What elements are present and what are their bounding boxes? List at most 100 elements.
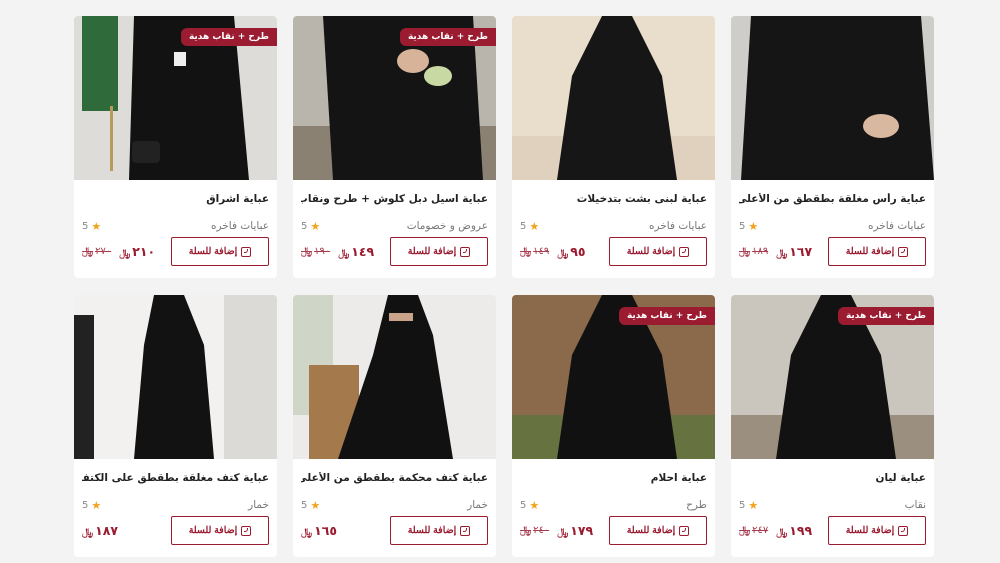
product-category[interactable]: عبايات فاخره xyxy=(868,220,926,232)
old-price: ١٨٩﷼ xyxy=(739,246,769,257)
rating-value: 5 xyxy=(739,220,746,232)
current-price: ٢١٠﷼ xyxy=(119,244,156,259)
product-image[interactable] xyxy=(512,16,715,180)
rating-value: 5 xyxy=(301,220,308,232)
price-group: ٩٥﷼ ١٤٩﷼ xyxy=(520,244,586,259)
price-group: ١٦٧﷼ ١٨٩﷼ xyxy=(739,244,812,259)
current-price: ١٧٩﷼ xyxy=(557,523,594,538)
current-price: ٩٥﷼ xyxy=(557,244,586,259)
product-category[interactable]: عبايات فاخره xyxy=(649,220,707,232)
add-to-cart-button[interactable]: إضافة للسلة xyxy=(609,516,707,545)
star-icon: ★ xyxy=(748,498,759,512)
product-category[interactable]: طرح xyxy=(686,499,707,511)
price-group: ١٤٩﷼ ١٩٠﷼ xyxy=(301,244,374,259)
rating-value: 5 xyxy=(301,499,308,511)
product-card[interactable]: عباية رأس مغلقة بطقطق من الأعلى عبايات ف… xyxy=(731,16,934,278)
add-to-cart-label: إضافة للسلة xyxy=(626,246,676,257)
rating-value: 5 xyxy=(82,220,89,232)
action-row: إضافة للسلة ٩٥﷼ ١٤٩﷼ xyxy=(520,237,707,266)
add-to-cart-button[interactable]: إضافة للسلة xyxy=(828,516,926,545)
gift-badge: طرح + نقاب هدية xyxy=(618,307,715,325)
product-info: عباية ليان نقاب 5 ★ إضافة للسلة ١٩٩﷼ ٢٤٧… xyxy=(731,459,934,557)
add-to-cart-button[interactable]: إضافة للسلة xyxy=(171,516,269,545)
product-image[interactable]: طرح + نقاب هدية xyxy=(74,16,277,180)
product-category[interactable]: خمار xyxy=(248,499,269,511)
product-photo-svg xyxy=(293,295,496,459)
shopping-bag-icon xyxy=(679,246,690,257)
shopping-bag-icon xyxy=(460,525,471,536)
product-info: عباية كتف مغلقة بطقطق على الكتف خمار 5 ★… xyxy=(74,459,277,557)
product-image[interactable]: طرح + نقاب هدية xyxy=(293,16,496,180)
meta-row: خمار 5 ★ xyxy=(82,498,269,512)
shopping-bag-icon xyxy=(241,525,252,536)
action-row: إضافة للسلة ١٧٩﷼ ٢٤٠﷼ xyxy=(520,516,707,545)
meta-row: عبايات فاخره 5 ★ xyxy=(82,219,269,233)
product-image[interactable]: طرح + نقاب هدية xyxy=(512,295,715,459)
action-row: إضافة للسلة ١٨٧﷼ xyxy=(82,516,269,545)
add-to-cart-label: إضافة للسلة xyxy=(845,246,895,257)
add-to-cart-button[interactable]: إضافة للسلة xyxy=(609,237,707,266)
product-image[interactable] xyxy=(74,295,277,459)
action-row: إضافة للسلة ١٦٧﷼ ١٨٩﷼ xyxy=(739,237,926,266)
action-row: إضافة للسلة ١٦٥﷼ xyxy=(301,516,488,545)
meta-row: عبايات فاخره 5 ★ xyxy=(739,219,926,233)
product-title[interactable]: عباية اشراق xyxy=(82,193,269,207)
rating: 5 ★ xyxy=(301,499,320,512)
action-row: إضافة للسلة ١٤٩﷼ ١٩٠﷼ xyxy=(301,237,488,266)
action-row: إضافة للسلة ١٩٩﷼ ٢٤٧﷼ xyxy=(739,516,926,545)
meta-row: طرح 5 ★ xyxy=(520,498,707,512)
price-group: ١٩٩﷼ ٢٤٧﷼ xyxy=(739,523,812,538)
meta-row: عبايات فاخره 5 ★ xyxy=(520,219,707,233)
add-to-cart-button[interactable]: إضافة للسلة xyxy=(390,237,488,266)
star-icon: ★ xyxy=(91,498,102,512)
add-to-cart-button[interactable]: إضافة للسلة xyxy=(171,237,269,266)
current-price: ١٩٩﷼ xyxy=(776,523,813,538)
product-card[interactable]: طرح + نقاب هدية عباية احلام طرح 5 ★ إضاف… xyxy=(512,295,715,557)
rating: 5 ★ xyxy=(739,220,758,233)
product-title[interactable]: عباية رأس مغلقة بطقطق من الأعلى xyxy=(739,193,926,207)
product-image[interactable]: طرح + نقاب هدية xyxy=(731,295,934,459)
old-price: ١٤٩﷼ xyxy=(520,246,550,257)
add-to-cart-label: إضافة للسلة xyxy=(407,525,457,536)
add-to-cart-label: إضافة للسلة xyxy=(407,246,457,257)
meta-row: خمار 5 ★ xyxy=(301,498,488,512)
product-title[interactable]: عباية لبنى بشت بتدخيلات xyxy=(520,193,707,207)
star-icon: ★ xyxy=(310,219,321,233)
product-title[interactable]: عباية كتف مغلقة بطقطق على الكتف xyxy=(82,472,269,486)
gift-badge: طرح + نقاب هدية xyxy=(399,28,496,46)
product-card[interactable]: طرح + نقاب هدية عباية ليان نقاب 5 ★ إضاف… xyxy=(731,295,934,557)
rating-value: 5 xyxy=(82,499,89,511)
product-card[interactable]: عباية كتف مغلقة بطقطق على الكتف خمار 5 ★… xyxy=(74,295,277,557)
add-to-cart-button[interactable]: إضافة للسلة xyxy=(828,237,926,266)
product-card[interactable]: عباية كتف محكمة بطقطق من الأعلى خمار 5 ★… xyxy=(293,295,496,557)
product-image[interactable] xyxy=(731,16,934,180)
product-category[interactable]: نقاب xyxy=(905,499,926,511)
rating: 5 ★ xyxy=(520,220,539,233)
product-info: عباية اشراق عبايات فاخره 5 ★ إضافة للسلة… xyxy=(74,180,277,278)
rating: 5 ★ xyxy=(301,220,320,233)
product-category[interactable]: عروض و خصومات xyxy=(407,220,488,232)
product-title[interactable]: عباية كتف محكمة بطقطق من الأعلى xyxy=(301,472,488,486)
add-to-cart-label: إضافة للسلة xyxy=(626,525,676,536)
product-title[interactable]: عباية اسيل دبل كلوش + طرح ونقاب هدية xyxy=(301,193,488,207)
product-photo-svg xyxy=(74,295,277,459)
product-title[interactable]: عباية ليان xyxy=(739,472,926,486)
price-group: ٢١٠﷼ ٢٧٠﷼ xyxy=(82,244,155,259)
product-card[interactable]: طرح + نقاب هدية عباية اسيل دبل كلوش + طر… xyxy=(293,16,496,278)
product-info: عباية لبنى بشت بتدخيلات عبايات فاخره 5 ★… xyxy=(512,180,715,278)
add-to-cart-label: إضافة للسلة xyxy=(845,525,895,536)
add-to-cart-button[interactable]: إضافة للسلة xyxy=(390,516,488,545)
shopping-bag-icon xyxy=(460,246,471,257)
product-category[interactable]: عبايات فاخره xyxy=(211,220,269,232)
product-card[interactable]: طرح + نقاب هدية عباية اشراق عبايات فاخره… xyxy=(74,16,277,278)
product-image[interactable] xyxy=(293,295,496,459)
product-title[interactable]: عباية احلام xyxy=(520,472,707,486)
product-grid: عباية رأس مغلقة بطقطق من الأعلى عبايات ف… xyxy=(73,16,934,557)
product-card[interactable]: عباية لبنى بشت بتدخيلات عبايات فاخره 5 ★… xyxy=(512,16,715,278)
product-info: عباية احلام طرح 5 ★ إضافة للسلة ١٧٩﷼ ٢٤٠… xyxy=(512,459,715,557)
product-category[interactable]: خمار xyxy=(467,499,488,511)
product-photo-svg xyxy=(731,16,934,180)
price-group: ١٧٩﷼ ٢٤٠﷼ xyxy=(520,523,593,538)
rating-value: 5 xyxy=(520,499,527,511)
rating-value: 5 xyxy=(520,220,527,232)
